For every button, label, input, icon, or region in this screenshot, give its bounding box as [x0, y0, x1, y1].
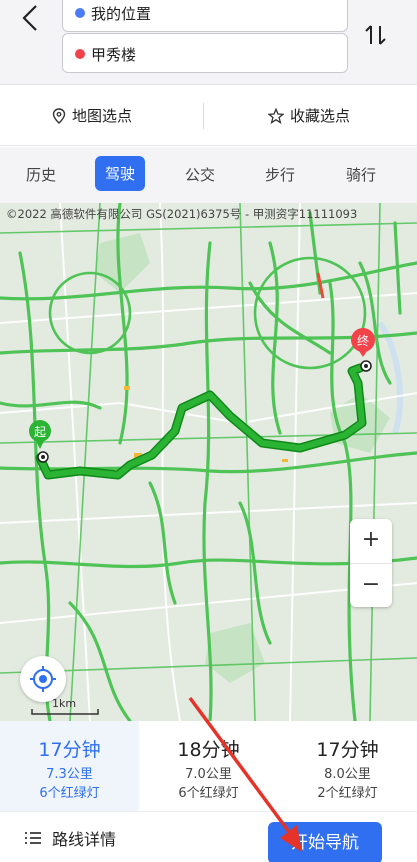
- map-pick-button[interactable]: 地图选点: [52, 105, 132, 126]
- route-option-1[interactable]: 17分钟 7.3公里 6个红绿灯: [0, 721, 139, 811]
- tab-bike[interactable]: 骑行: [346, 164, 376, 185]
- crosshair-location-icon: [30, 666, 56, 692]
- map-copyright: ©2022 高德软件有限公司 GS(2021)6375号 - 甲测资字11111…: [6, 207, 358, 221]
- zoom-out-button[interactable]: −: [350, 563, 392, 607]
- map-pick-label: 地图选点: [72, 107, 133, 125]
- route-distance: 7.3公里: [46, 767, 93, 782]
- end-point-field[interactable]: 甲秀楼: [62, 33, 348, 73]
- favorite-pick-button[interactable]: 收藏选点: [268, 105, 350, 126]
- route-option-2[interactable]: 18分钟 7.0公里 6个红绿灯: [139, 721, 278, 811]
- scale-bar-icon: [31, 709, 99, 715]
- tab-transit[interactable]: 公交: [185, 164, 215, 185]
- star-icon: [268, 107, 284, 124]
- favorite-pick-label: 收藏选点: [290, 107, 351, 125]
- route-traffic-lights: 2个红绿灯: [317, 786, 378, 801]
- route-time: 17分钟: [38, 739, 101, 761]
- start-marker: 起: [29, 420, 51, 463]
- route-input-panel: 我的位置 甲秀楼: [0, 0, 417, 84]
- start-dot-icon: [75, 8, 85, 18]
- swap-arrows-icon: [365, 25, 386, 45]
- chevron-left-icon: [22, 5, 37, 31]
- tab-walk[interactable]: 步行: [265, 164, 295, 185]
- start-point-text: 我的位置: [91, 5, 152, 23]
- back-button[interactable]: [16, 0, 46, 40]
- map-canvas: 起 终: [0, 203, 417, 721]
- svg-text:终: 终: [357, 333, 369, 348]
- end-marker: 终: [351, 328, 375, 372]
- map-scale: 1km: [30, 697, 100, 717]
- zoom-in-button[interactable]: +: [350, 519, 392, 563]
- bottom-action-bar: 路线详情 开始导航: [0, 811, 417, 862]
- route-distance: 7.0公里: [185, 767, 232, 782]
- travel-mode-tabs: 历史 驾驶 公交 步行 骑行: [0, 147, 417, 203]
- start-point-field[interactable]: 我的位置: [62, 0, 348, 32]
- start-navigation-button[interactable]: 开始导航: [268, 822, 382, 862]
- tab-history[interactable]: 历史: [26, 164, 56, 185]
- route-time: 17分钟: [316, 739, 379, 761]
- point-picker-bar: 地图选点 收藏选点: [0, 84, 417, 146]
- route-traffic-lights: 6个红绿灯: [178, 786, 239, 801]
- locate-me-button[interactable]: [20, 656, 66, 702]
- list-icon: [25, 832, 41, 844]
- svg-text:起: 起: [34, 425, 46, 439]
- swap-button[interactable]: [362, 22, 390, 48]
- divider: [203, 103, 204, 129]
- tab-drive[interactable]: 驾驶: [95, 156, 146, 191]
- location-pin-icon: [52, 107, 66, 124]
- route-details-button[interactable]: 路线详情: [24, 826, 116, 850]
- route-distance: 8.0公里: [324, 767, 371, 782]
- zoom-control: + −: [350, 519, 392, 607]
- route-map[interactable]: 起 终 ©2022 高德软件有限公司 GS(2021)6375号 - 甲测资字1…: [0, 203, 417, 721]
- end-dot-icon: [75, 49, 85, 59]
- end-point-text: 甲秀楼: [91, 46, 137, 64]
- route-option-3[interactable]: 17分钟 8.0公里 2个红绿灯: [278, 721, 417, 811]
- route-traffic-lights: 6个红绿灯: [39, 786, 100, 801]
- route-time: 18分钟: [177, 739, 240, 761]
- route-options: 17分钟 7.3公里 6个红绿灯 18分钟 7.0公里 6个红绿灯 17分钟 8…: [0, 721, 417, 811]
- route-details-label: 路线详情: [52, 830, 117, 849]
